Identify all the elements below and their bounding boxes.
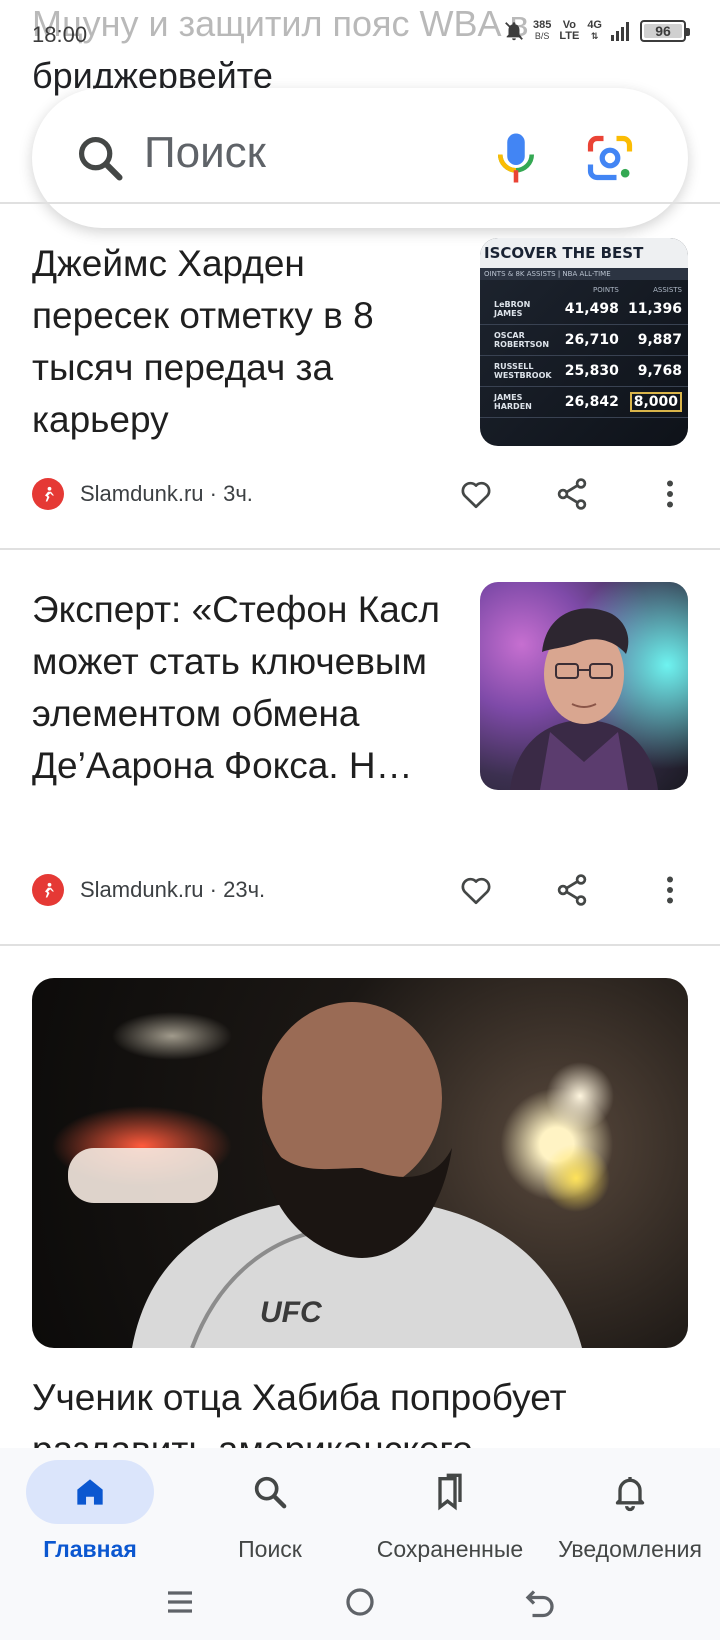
article-title[interactable]: Ученик отца Хабиба попробует раздавить а… — [32, 1372, 688, 1450]
bookmarks-icon — [438, 1473, 462, 1511]
article-source[interactable]: Slamdunk.ru · 3ч. — [80, 481, 253, 507]
nav-item-notifications[interactable]: Уведомления — [540, 1460, 720, 1580]
share-icon[interactable] — [554, 476, 590, 512]
article-source[interactable]: Slamdunk.ru · 23ч. — [80, 877, 265, 903]
fighter-photo: UFC — [52, 1002, 614, 1348]
heart-icon[interactable] — [458, 476, 494, 512]
article-thumbnail[interactable]: ISCOVER THE BEST OINTS & 8K ASSISTS | NB… — [480, 238, 688, 446]
portrait-illustration — [480, 582, 688, 790]
article-meta: Slamdunk.ru · 3ч. — [32, 474, 688, 514]
google-lens-icon[interactable] — [584, 132, 636, 184]
search-input[interactable]: Поиск — [144, 128, 266, 178]
nav-label-notifications: Уведомления — [558, 1536, 702, 1562]
nav-item-home[interactable]: Главная — [0, 1460, 180, 1580]
article-hero-image[interactable]: UFC — [32, 978, 688, 1348]
nav-label-search: Поиск — [238, 1536, 302, 1562]
source-logo — [32, 478, 64, 510]
divider — [0, 202, 720, 204]
nav-label-saved: Сохраненные — [376, 1536, 524, 1562]
article-title[interactable]: Джеймс Харден пересек отметку в 8 тысяч … — [32, 238, 442, 446]
back-icon[interactable] — [522, 1584, 558, 1620]
heart-icon[interactable] — [458, 872, 494, 908]
system-navigation — [0, 1584, 720, 1624]
thumbnail-subheader: OINTS & 8K ASSISTS | NBA ALL-TIME — [480, 268, 688, 280]
more-vert-icon[interactable] — [652, 872, 688, 908]
article-title[interactable]: Эксперт: «Стефон Касл может стать ключев… — [32, 584, 442, 792]
svg-text:UFC: UFC — [260, 1296, 323, 1329]
stats-table: POINTS ASSISTS LeBRON JAMES 41,498 11,396 OS… — [480, 284, 688, 418]
more-vert-icon[interactable] — [652, 476, 688, 512]
thumbnail-header: ISCOVER THE BEST — [480, 238, 688, 268]
nav-item-search[interactable]: Поиск — [180, 1460, 360, 1580]
microphone-icon[interactable] — [494, 130, 538, 186]
share-icon[interactable] — [554, 872, 590, 908]
search-icon — [254, 1476, 287, 1509]
table-row: OSCAR ROBERTSON 26,710 9,887 — [480, 324, 688, 356]
source-logo — [32, 874, 64, 906]
table-row: JAMES HARDEN 26,842 8,000 — [480, 386, 688, 418]
article-meta: Slamdunk.ru · 23ч. — [32, 870, 688, 910]
search-bar[interactable]: Поиск — [32, 88, 688, 228]
nav-item-saved[interactable]: Сохраненные — [360, 1460, 540, 1580]
divider — [0, 944, 720, 946]
search-icon — [78, 136, 123, 181]
article-thumbnail[interactable] — [480, 582, 688, 790]
recent-apps-icon[interactable] — [162, 1584, 198, 1620]
table-row: LeBRON JAMES 41,498 11,396 — [480, 294, 688, 325]
battery-icon: 96 — [640, 20, 690, 42]
home-icon — [77, 1479, 103, 1505]
nav-label-home: Главная — [43, 1536, 137, 1562]
home-button-icon[interactable] — [342, 1584, 378, 1620]
divider — [0, 548, 720, 550]
previous-article-title[interactable]: Мцуну и защитил пояс WBA в бриджервейте — [32, 0, 632, 102]
table-row: RUSSELL WESTBROOK 25,830 9,768 — [480, 355, 688, 387]
bell-icon — [615, 1477, 645, 1512]
